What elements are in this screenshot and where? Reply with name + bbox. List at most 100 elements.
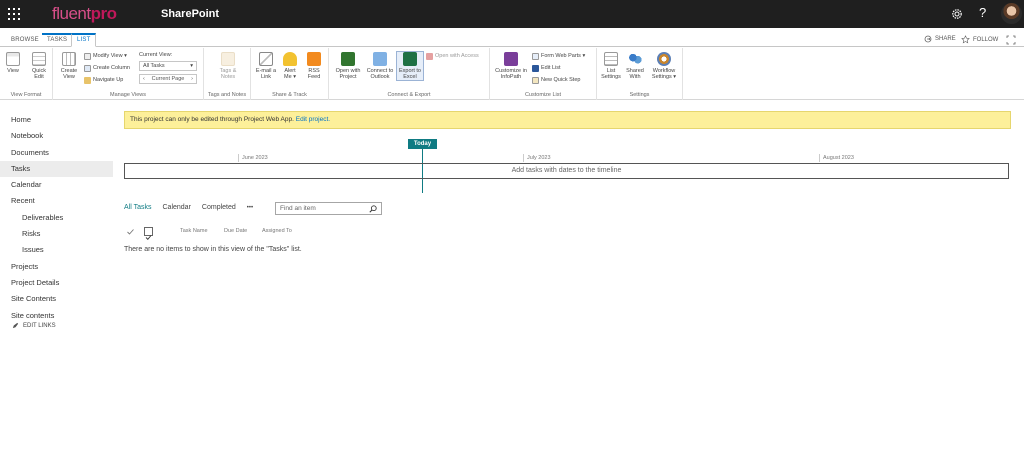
search-icon[interactable] [369, 205, 377, 213]
list-settings-button[interactable]: List Settings [599, 52, 623, 80]
form-web-parts-button[interactable]: Form Web Parts ▾ [532, 52, 585, 60]
group-label: Manage Views [110, 92, 146, 98]
new-quick-step-button[interactable]: New Quick Step [532, 76, 580, 84]
envelope-icon [259, 52, 273, 66]
create-view-label-2: View [63, 74, 75, 80]
avatar[interactable] [1001, 3, 1022, 24]
timeline-month: August 2023 [819, 154, 854, 162]
group-share-track: E-mail a Link Alert Me ▾ RSS Feed Share … [251, 48, 329, 100]
view-icon [6, 52, 20, 66]
shared-with-button[interactable]: Shared With [624, 52, 646, 80]
share-label: SHARE [935, 36, 956, 42]
group-label: Connect & Export [387, 92, 431, 98]
rss-icon [307, 52, 321, 66]
column-header[interactable]: Task Name [180, 228, 208, 234]
timeline-bar[interactable]: Add tasks with dates to the timeline [124, 163, 1009, 179]
today-marker: Today [408, 139, 437, 149]
view-all-tasks[interactable]: All Tasks [124, 204, 152, 211]
checkmark-icon [127, 229, 134, 235]
message-text: This project can only be edited through … [130, 116, 294, 123]
sidebar-item-risks[interactable]: Risks [0, 226, 113, 242]
page-prev-icon[interactable]: ‹ [143, 75, 145, 83]
create-view-button[interactable]: Create View [58, 52, 80, 80]
modify-view-button[interactable]: Modify View ▾ [84, 52, 127, 60]
create-column-icon [84, 64, 91, 72]
follow-button[interactable]: FOLLOW [961, 35, 998, 44]
open-with-access-button[interactable]: Open with Access [426, 52, 479, 60]
sidebar-item-deliverables[interactable]: Deliverables [0, 210, 113, 226]
rss-feed-button[interactable]: RSS Feed [304, 52, 324, 80]
column-header[interactable]: Due Date [224, 228, 247, 234]
group-label: Customize List [524, 92, 562, 98]
select-all-checkbox[interactable] [144, 227, 153, 240]
list-settings-icon [604, 52, 618, 66]
group-label: Settings [629, 92, 650, 98]
sidebar-item-notebook[interactable]: Notebook [0, 128, 113, 144]
email-link-button[interactable]: E-mail a Link [254, 52, 278, 80]
excel-label-2: Excel [403, 74, 417, 80]
connect-outlook-button[interactable]: Connect to Outlook [365, 52, 395, 80]
app-launcher-icon[interactable] [8, 8, 20, 20]
left-nav: Home Notebook Documents Tasks Calendar Recent… [0, 112, 113, 324]
empty-list-message: There are no items to show in this view … [124, 246, 302, 253]
open-with-project-button[interactable]: Open with Project [333, 52, 363, 80]
group-label: Tags and Notes [207, 92, 247, 98]
view-completed[interactable]: Completed [202, 204, 236, 211]
current-view-select[interactable]: All Tasks ▾ [139, 61, 197, 71]
project-icon [341, 52, 355, 66]
group-customize-list: Customize in InfoPath Form Web Parts ▾ E… [490, 48, 597, 100]
quick-edit-button[interactable]: Quick Edit [28, 52, 50, 80]
current-view-value: All Tasks [143, 63, 165, 69]
workflow-settings-button[interactable]: Workflow Settings ▾ [649, 52, 679, 80]
tab-browse[interactable]: BROWSE [6, 33, 44, 47]
list-settings-label-2: Settings [601, 74, 621, 80]
sidebar-item-calendar[interactable]: Calendar [0, 177, 113, 193]
bell-icon [283, 52, 297, 66]
sidebar-item-projects[interactable]: Projects [0, 259, 113, 275]
group-label: View Format [10, 92, 42, 98]
view-calendar[interactable]: Calendar [163, 204, 191, 211]
current-page-pager: ‹ Current Page › [139, 74, 197, 84]
tab-tasks[interactable]: TASKS [42, 33, 73, 47]
sidebar-item-tasks[interactable]: Tasks [0, 160, 113, 178]
export-excel-button[interactable]: Export to Excel [396, 51, 424, 81]
focus-content-icon[interactable] [1006, 35, 1016, 45]
brand-logo[interactable]: fluentpro [52, 4, 117, 24]
tab-list[interactable]: LIST [71, 33, 97, 47]
search-input[interactable]: Find an item [275, 202, 382, 215]
ribbon: View Quick Edit View Format Create View … [0, 48, 1024, 100]
navigate-up-button[interactable]: Navigate Up [84, 76, 123, 84]
column-header[interactable]: Assigned To [262, 228, 292, 234]
workflow-icon [657, 52, 671, 66]
create-column-button[interactable]: Create Column [84, 64, 130, 72]
alert-me-button[interactable]: Alert Me ▾ [280, 52, 300, 80]
edit-links-button[interactable]: EDIT LINKS [12, 322, 56, 329]
share-button[interactable]: SHARE [924, 35, 956, 43]
project-label-2: Project [339, 74, 357, 80]
create-column-label: Create Column [93, 65, 130, 71]
group-tags-notes: Tags & Notes Tags and Notes [204, 48, 251, 100]
modify-view-icon [84, 52, 91, 60]
form-icon [532, 52, 539, 60]
view-button[interactable]: View [4, 52, 22, 74]
edit-list-button[interactable]: Edit List [532, 64, 561, 72]
app-title[interactable]: SharePoint [161, 8, 219, 20]
page-next-icon[interactable]: › [191, 75, 193, 83]
edit-project-link[interactable]: Edit project. [296, 116, 330, 123]
star-icon [961, 35, 970, 44]
sidebar-item-documents[interactable]: Documents [0, 145, 113, 161]
help-icon[interactable]: ? [979, 5, 986, 20]
tags-notes-button[interactable]: Tags & Notes [214, 52, 242, 80]
more-views-icon[interactable]: ••• [247, 205, 253, 211]
current-page-label: Current Page [151, 76, 185, 82]
customize-infopath-button[interactable]: Customize in InfoPath [493, 52, 529, 80]
sidebar-item-project-details[interactable]: Project Details [0, 275, 113, 291]
sidebar-item-issues[interactable]: Issues [0, 242, 113, 258]
gear-icon[interactable] [951, 8, 963, 20]
sidebar-item-home[interactable]: Home [0, 112, 113, 128]
timeline-month: June 2023 [238, 154, 268, 162]
infopath-label-2: InfoPath [500, 74, 522, 80]
form-parts-label: Form Web Parts ▾ [541, 53, 586, 59]
sidebar-item-recent[interactable]: Recent [0, 193, 113, 209]
sidebar-item-site-contents[interactable]: Site Contents [0, 291, 113, 307]
